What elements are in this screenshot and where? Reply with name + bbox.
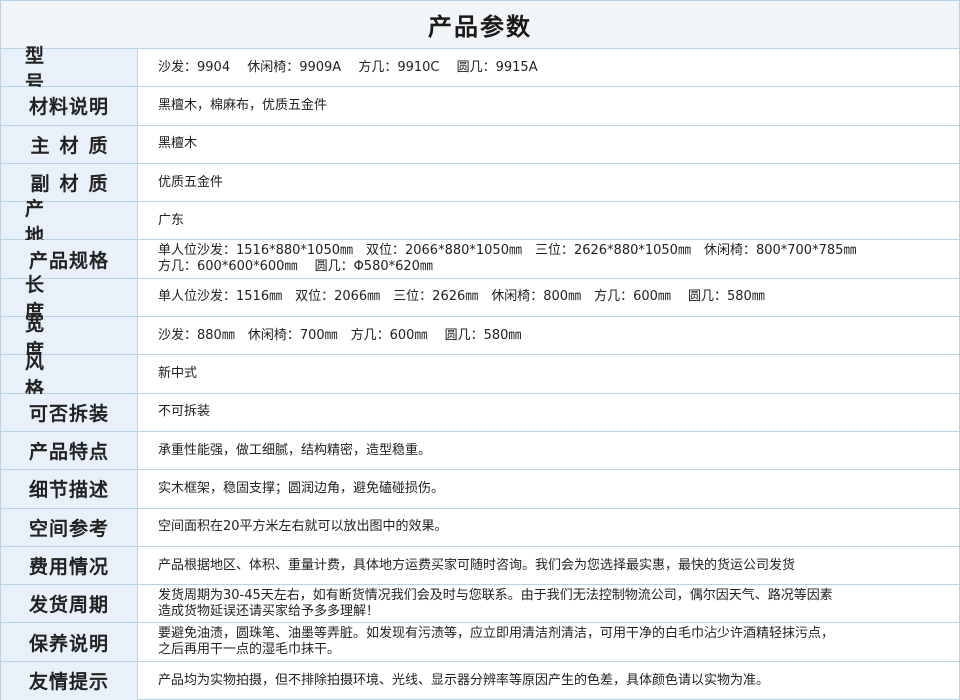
table-row: 产 地 广东	[1, 198, 959, 247]
table-row: 风 格 新中式	[1, 351, 959, 400]
row-label: 材料说明	[1, 87, 138, 125]
table-row: 可否拆装 不可拆装	[1, 393, 959, 432]
row-value: 黑檀木，棉麻布，优质五金件	[158, 97, 328, 113]
table-row: 友情提示 产品均为实物拍摄，但不排除拍摄环境、光线、显示器分辨率等原因产生的色差…	[1, 661, 959, 700]
row-value: 不可拆装	[158, 404, 211, 420]
table-row: 细节描述 实木框架，稳固支撑；圆润边角，避免磕碰损伤。	[1, 470, 959, 509]
row-value: 发货周期为30-45天左右，如有断货情况我们会及时与您联系。由于我们无法控制物流…	[158, 587, 833, 619]
row-label: 型 号	[1, 45, 138, 94]
row-value: 产品根据地区、体积、重量计费，具体地方运费买家可随时咨询。我们会为您选择最实惠，…	[158, 557, 796, 573]
row-value: 黑檀木	[158, 136, 198, 152]
table-row: 主材质 黑檀木	[1, 125, 959, 164]
row-value: 要避免油渍，圆珠笔、油墨等弄脏。如发现有污渍等，应立即用清洁剂清洁，可用干净的白…	[158, 626, 835, 658]
table-row: 费用情况 产品根据地区、体积、重量计费，具体地方运费买家可随时咨询。我们会为您选…	[1, 546, 959, 586]
table-row: 产品特点 承重性能强，做工细腻，结构精密，造型稳重。	[1, 431, 959, 471]
table-row: 长 度 单人位沙发：1516㎜ 双位：2066㎜ 三位：2626㎜ 休闲椅：80…	[1, 274, 959, 323]
row-label: 主材质	[1, 125, 138, 163]
table-row: 保养说明 要避免油渍，圆珠笔、油墨等弄脏。如发现有污渍等，应立即用清洁剂清洁，可…	[1, 623, 959, 662]
row-value: 单人位沙发：1516㎜ 双位：2066㎜ 三位：2626㎜ 休闲椅：800㎜ 方…	[158, 289, 765, 305]
params-rows: 型 号 沙发：9904 休闲椅：9909A 方几：9910C 圆几：9915A …	[1, 45, 959, 700]
row-value: 沙发：9904 休闲椅：9909A 方几：9910C 圆几：9915A	[158, 59, 538, 75]
row-value: 承重性能强，做工细腻，结构精密，造型稳重。	[158, 442, 432, 458]
row-label: 保养说明	[1, 623, 138, 661]
row-value: 优质五金件	[158, 174, 224, 190]
row-label: 细节描述	[1, 470, 138, 508]
row-value: 广东	[158, 212, 185, 228]
row-label: 产品特点	[1, 431, 138, 470]
table-row: 材料说明 黑檀木，棉麻布，优质五金件	[1, 87, 959, 126]
row-label: 友情提示	[1, 661, 138, 700]
row-label: 空间参考	[1, 508, 138, 546]
table-row: 产品规格 单人位沙发：1516*880*1050㎜ 双位：2066*880*10…	[1, 240, 959, 279]
table-row: 发货周期 发货周期为30-45天左右，如有断货情况我们会及时与您联系。由于我们无…	[1, 585, 959, 624]
row-label: 发货周期	[1, 585, 138, 623]
page-title: 产品参数	[1, 1, 959, 49]
table-row: 宽 度 沙发：880㎜ 休闲椅：700㎜ 方几：600㎜ 圆几：580㎜	[1, 313, 959, 362]
row-value: 空间面积在20平方米左右就可以放出图中的效果。	[158, 519, 448, 535]
row-value: 实木框架，稳固支撑；圆润边角，避免磕碰损伤。	[158, 480, 445, 496]
product-params-table: 产品参数 型 号 沙发：9904 休闲椅：9909A 方几：9910C 圆几：9…	[0, 0, 960, 700]
row-value: 新中式	[158, 366, 198, 382]
table-row: 型 号 沙发：9904 休闲椅：9909A 方几：9910C 圆几：9915A	[1, 45, 959, 94]
table-row: 副材质 优质五金件	[1, 163, 959, 203]
row-label: 可否拆装	[1, 393, 138, 431]
row-value: 产品均为实物拍摄，但不排除拍摄环境、光线、显示器分辨率等原因产生的色差，具体颜色…	[158, 672, 770, 688]
row-label: 费用情况	[1, 546, 138, 585]
table-row: 空间参考 空间面积在20平方米左右就可以放出图中的效果。	[1, 508, 959, 547]
row-value: 沙发：880㎜ 休闲椅：700㎜ 方几：600㎜ 圆几：580㎜	[158, 327, 522, 343]
row-label: 产 地	[1, 198, 138, 247]
row-value: 单人位沙发：1516*880*1050㎜ 双位：2066*880*1050㎜ 三…	[158, 243, 857, 275]
row-label: 风 格	[1, 351, 138, 400]
